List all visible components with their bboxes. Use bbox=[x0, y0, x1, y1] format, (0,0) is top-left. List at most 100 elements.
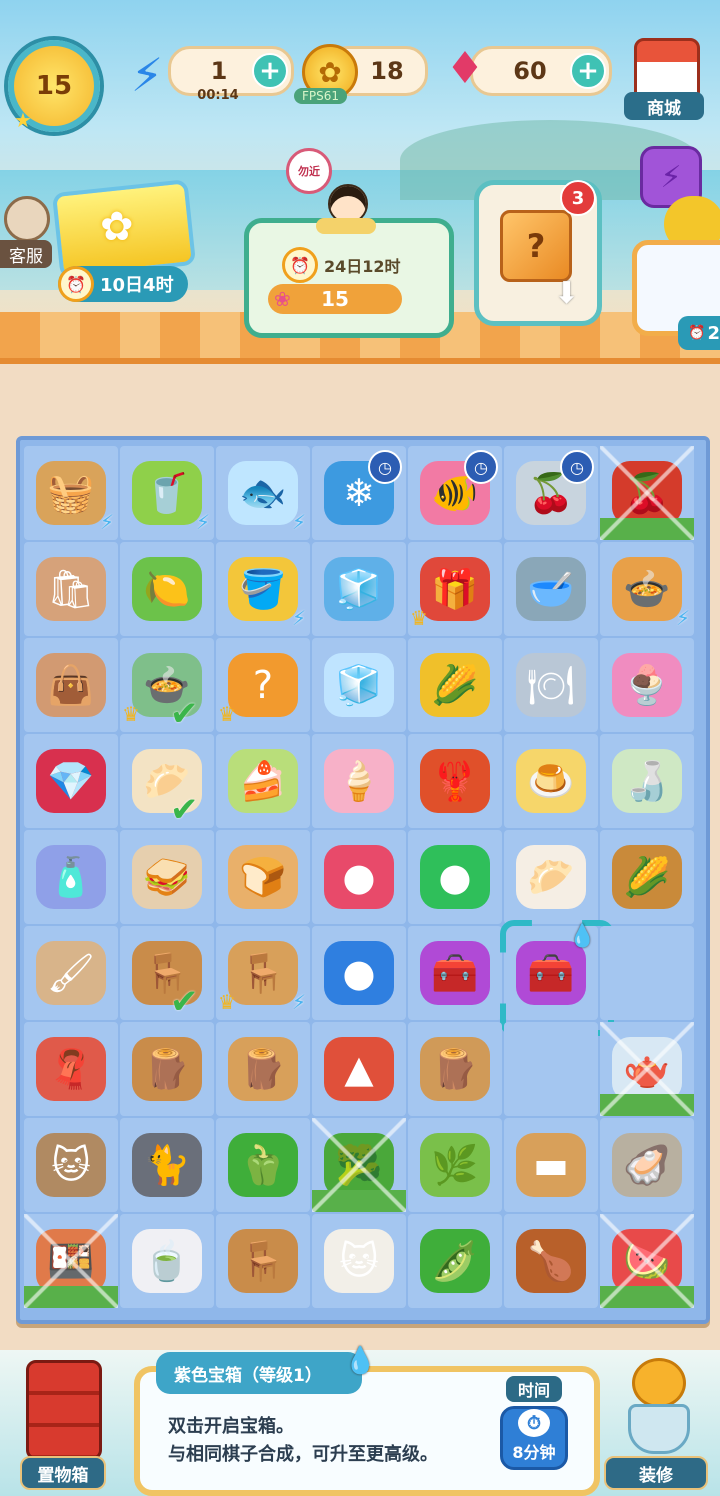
board-cell[interactable]: 🍞 bbox=[216, 830, 310, 924]
board-cell[interactable]: 🍲 ⚡ bbox=[600, 542, 694, 636]
board-cell[interactable]: 🥤 ⚡ bbox=[120, 446, 214, 540]
shop-button[interactable]: 商城 bbox=[624, 38, 704, 120]
board-cell[interactable] bbox=[504, 1022, 598, 1116]
board-cell[interactable]: 🥟 ✔ bbox=[120, 734, 214, 830]
board-cell[interactable]: 🪑 ⚡ ♛ bbox=[216, 926, 310, 1020]
flower-dish-icon: 🍽 bbox=[516, 653, 586, 717]
board-cell[interactable]: 🍵 bbox=[120, 1214, 214, 1308]
grass-tile bbox=[24, 1286, 118, 1308]
player-level-value: 15 bbox=[35, 71, 73, 101]
customer-service-button[interactable]: 客服 bbox=[0, 196, 52, 268]
board-cell[interactable]: 🪑 ✔ bbox=[120, 926, 214, 1022]
paper-bag-icon: 🛍 bbox=[36, 557, 106, 621]
red-gems-icon: 💎 bbox=[36, 749, 106, 813]
board-cell[interactable]: 🥦 bbox=[312, 1118, 406, 1212]
board-cell[interactable]: 🧴 bbox=[24, 830, 118, 924]
board-cell[interactable]: 🧣 bbox=[24, 1022, 118, 1116]
board-cell[interactable]: 🍨 bbox=[600, 638, 694, 732]
board-cell[interactable]: 🪑 bbox=[216, 1214, 310, 1308]
board-cell[interactable]: 🍶 bbox=[600, 734, 694, 828]
side-event-timer-text: 2 bbox=[707, 322, 720, 344]
add-energy-button[interactable]: + bbox=[252, 53, 288, 89]
timer-icon: ◷ bbox=[560, 450, 594, 484]
board-cell[interactable]: 🍱 bbox=[24, 1214, 118, 1308]
citrus-press-icon: 🍋 bbox=[132, 557, 202, 621]
add-gems-button[interactable]: + bbox=[570, 53, 606, 89]
board-cell[interactable]: 🖌 bbox=[24, 926, 118, 1020]
board-cell[interactable]: 🥪 bbox=[120, 830, 214, 924]
item-info-title: 紫色宝箱（等级1） bbox=[156, 1352, 362, 1394]
crown-icon: ♛ bbox=[410, 606, 428, 630]
board-cell[interactable]: ● bbox=[312, 830, 406, 924]
gem-icon: ♦ bbox=[445, 43, 485, 94]
board-cell[interactable]: 🌽 bbox=[600, 830, 694, 924]
board-cell[interactable]: 🍗 bbox=[504, 1214, 598, 1308]
board-cell[interactable]: ● bbox=[312, 926, 406, 1020]
matcha-cake-icon: 🍰 bbox=[228, 749, 298, 813]
calico-cat-icon: 🐱 bbox=[324, 1229, 394, 1293]
board-cell[interactable]: 🥣 bbox=[504, 542, 598, 636]
board-cell[interactable]: 🍒 bbox=[600, 446, 694, 540]
board-cell[interactable]: 🐱 bbox=[312, 1214, 406, 1308]
timer-icon: ◷ bbox=[368, 450, 402, 484]
board-cell[interactable]: 🐱 bbox=[24, 1118, 118, 1212]
sake-bottle-icon: 🍶 bbox=[612, 749, 682, 813]
board-cell[interactable]: 🦞 bbox=[408, 734, 502, 828]
board-cell[interactable]: 🥟 bbox=[504, 830, 598, 924]
open-time-button[interactable]: ⏱ 8分钟 bbox=[500, 1406, 568, 1470]
gem-value: 60 bbox=[513, 57, 547, 85]
board-cell[interactable]: 🍽 bbox=[504, 638, 598, 732]
board-cell[interactable]: 🌽 bbox=[408, 638, 502, 732]
board-cell[interactable]: 🪣 ⚡ bbox=[216, 542, 310, 636]
board-cell[interactable]: ● bbox=[408, 830, 502, 924]
board-cell[interactable]: 🍒 ◷ bbox=[504, 446, 598, 540]
board-cell[interactable]: 🐟 ⚡ bbox=[216, 446, 310, 540]
board-cell[interactable]: ❄ ◷ bbox=[312, 446, 406, 540]
storage-box-button[interactable]: 置物箱 bbox=[10, 1360, 110, 1490]
board-cell[interactable]: 🪵 bbox=[120, 1022, 214, 1116]
energy-bolt-icon: ⚡ bbox=[675, 606, 690, 630]
energy-bolt-icon: ⚡ bbox=[99, 510, 114, 534]
board-cell[interactable]: 🫖 bbox=[600, 1022, 694, 1116]
board-cell[interactable]: ? ♛ bbox=[216, 638, 310, 732]
board-cell[interactable]: 🍉 bbox=[600, 1214, 694, 1308]
alarm-clock-icon: ⏰ bbox=[282, 247, 318, 283]
board-cell[interactable]: 🦪 bbox=[600, 1118, 694, 1212]
board-cell[interactable]: 🪵 bbox=[216, 1022, 310, 1116]
tea-bag-icon: 🍵 bbox=[132, 1229, 202, 1293]
board-cell[interactable]: 🪵 bbox=[408, 1022, 502, 1116]
red-cloth-icon: 🧣 bbox=[36, 1037, 106, 1101]
board-cell[interactable]: 🍲 ♛ ✔ bbox=[120, 638, 214, 734]
board-cell[interactable]: 🧊 bbox=[312, 542, 406, 636]
board-cell[interactable] bbox=[600, 926, 694, 1020]
board-cell[interactable]: ▲ bbox=[312, 1022, 406, 1116]
board-cell[interactable]: 🧰 💧 bbox=[500, 920, 614, 1036]
board-cell[interactable]: 🐈 bbox=[120, 1118, 214, 1212]
board-cell[interactable]: 🍋 bbox=[120, 542, 214, 636]
board-cell[interactable]: 🧊 bbox=[312, 638, 406, 732]
soup-pot-icon: 🍲 bbox=[612, 557, 682, 621]
time-label: 时间 bbox=[506, 1376, 562, 1402]
board-cell[interactable]: 🛍 bbox=[24, 542, 118, 636]
board-cell[interactable]: 🧺 ⚡ bbox=[24, 446, 118, 540]
board-cell[interactable]: 🫑 bbox=[216, 1118, 310, 1212]
board-cell[interactable]: 🫛 bbox=[408, 1214, 502, 1308]
ice-cubes-icon: 🧊 bbox=[324, 653, 394, 717]
decorate-button[interactable]: 装修 bbox=[602, 1358, 712, 1490]
board-cell[interactable]: 🍰 bbox=[216, 734, 310, 828]
ice-cream-cone-icon: 🍦 bbox=[324, 749, 394, 813]
board-cell[interactable]: 🧰 bbox=[408, 926, 502, 1020]
board-cell[interactable]: 🌿 bbox=[408, 1118, 502, 1212]
board-cell[interactable]: ▬ bbox=[504, 1118, 598, 1212]
board-cell[interactable]: 🐠 ◷ bbox=[408, 446, 502, 540]
checkmark-icon: ✔ bbox=[170, 694, 199, 734]
board-cell[interactable]: 🎁 ♛ bbox=[408, 542, 502, 636]
item-info-line2: 与相同棋子合成，可升至更高级。 bbox=[168, 1444, 438, 1465]
oysters-icon: 🦪 bbox=[612, 1133, 682, 1197]
board-cell[interactable]: 💎 bbox=[24, 734, 118, 828]
board-cell[interactable]: 👜 bbox=[24, 638, 118, 732]
alarm-clock-icon: ⏰ bbox=[58, 266, 94, 302]
energy-bolt-icon: ⚡ bbox=[195, 510, 210, 534]
board-cell[interactable]: 🍮 bbox=[504, 734, 598, 828]
board-cell[interactable]: 🍦 bbox=[312, 734, 406, 828]
